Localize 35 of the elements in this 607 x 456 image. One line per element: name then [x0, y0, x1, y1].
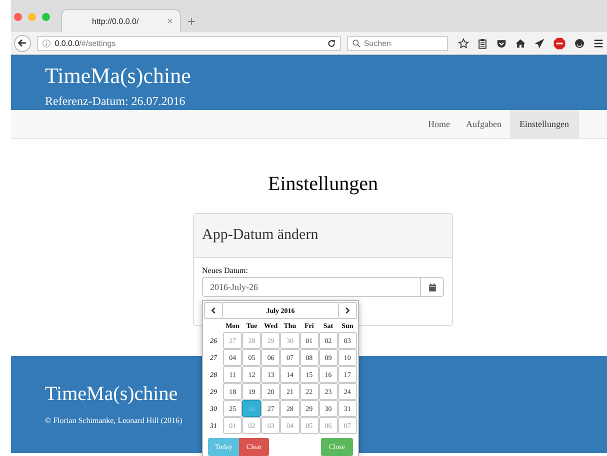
search-icon [352, 38, 361, 48]
panel-title: App-Datum ändern [194, 214, 452, 258]
reference-date: Referenz-Datum: 26.07.2016 [45, 94, 186, 109]
reload-icon[interactable] [326, 38, 336, 48]
star-icon[interactable] [458, 38, 469, 48]
browser-tab[interactable]: http://0.0.0.0/ [61, 9, 181, 32]
field-label: Neues Datum: [202, 266, 249, 275]
nav-link[interactable]: Aufgaben [458, 110, 510, 138]
calendar-icon [428, 282, 436, 292]
close-icon[interactable] [166, 17, 174, 25]
home-icon[interactable] [515, 38, 526, 48]
info-icon [42, 38, 51, 48]
previous-month-button[interactable] [204, 302, 223, 319]
footer-title: TimeMa(s)chine [45, 383, 178, 406]
address-bar[interactable]: 0.0.0.0/#/settings [36, 36, 341, 50]
calendar-button[interactable] [421, 277, 444, 297]
chevron-left-icon [210, 307, 217, 314]
paper-plane-icon[interactable] [534, 38, 545, 48]
next-month-button[interactable] [338, 302, 357, 319]
clipboard-icon[interactable] [477, 38, 488, 48]
chevron-right-icon [344, 307, 351, 314]
new-tab-icon[interactable] [187, 17, 196, 26]
back-button[interactable] [14, 34, 31, 52]
page-title: Einstellungen [267, 172, 379, 196]
adblock-icon[interactable] [553, 36, 566, 50]
pocket-icon[interactable] [496, 38, 507, 48]
smiley-icon[interactable] [574, 38, 585, 48]
copyright-text: © Florian Schimanke, Leonard Hill (2016) [45, 416, 184, 425]
nav-link[interactable]: Einstellungen [510, 110, 579, 138]
site-title: TimeMa(s)chine [45, 64, 192, 88]
back-arrow-icon [17, 38, 28, 48]
menu-icon[interactable] [593, 38, 604, 48]
search-field[interactable]: Suchen [346, 36, 448, 50]
nav-link[interactable]: Home [420, 110, 458, 138]
date-input-field[interactable]: 2016-July-26 [202, 277, 421, 297]
